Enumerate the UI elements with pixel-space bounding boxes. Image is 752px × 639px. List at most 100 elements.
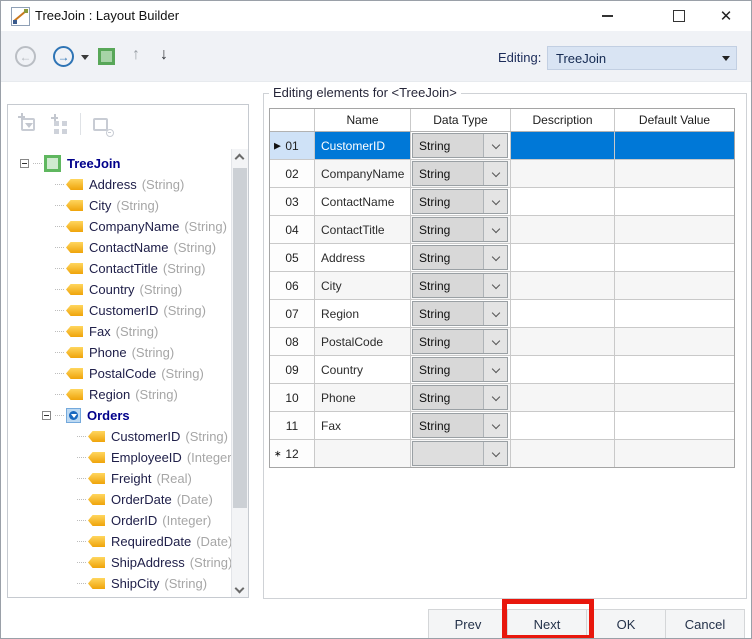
cell-name[interactable]: CompanyName (315, 160, 411, 187)
table-row[interactable]: 11FaxString (270, 412, 734, 440)
table-row[interactable]: 09CountryString (270, 356, 734, 384)
tree-item-fax[interactable]: Fax(String) (8, 321, 231, 342)
row-header-cell[interactable]: 02 (270, 160, 315, 187)
column-header-name[interactable]: Name (315, 109, 411, 131)
back-button[interactable]: ← (15, 46, 36, 67)
tree-item-orderid[interactable]: OrderID(Integer) (8, 510, 231, 531)
prev-button[interactable]: Prev (428, 609, 508, 639)
add-node-button[interactable] (18, 113, 42, 137)
data-type-select[interactable]: String (412, 301, 508, 326)
tree-item-orders[interactable]: Orders (8, 405, 231, 426)
data-type-dropdown-button[interactable] (483, 218, 507, 241)
tree-item-freight[interactable]: Freight(Real) (8, 468, 231, 489)
cell-description[interactable] (511, 188, 615, 215)
collapse-expander-icon[interactable] (42, 411, 51, 420)
forward-button[interactable]: → (53, 46, 74, 67)
tree-item-orderdate[interactable]: OrderDate(Date) (8, 489, 231, 510)
cell-name[interactable]: Country (315, 356, 411, 383)
cell-defaultvalue[interactable] (615, 188, 734, 215)
data-type-dropdown-button[interactable] (483, 190, 507, 213)
row-header-cell[interactable]: 09 (270, 356, 315, 383)
column-header-description[interactable]: Description (511, 109, 615, 131)
scrollbar-down-icon[interactable] (235, 584, 245, 594)
tree-item-address[interactable]: Address(String) (8, 174, 231, 195)
data-type-dropdown-button[interactable] (483, 442, 507, 465)
tree-item-contacttitle[interactable]: ContactTitle(String) (8, 258, 231, 279)
cell-description[interactable] (511, 356, 615, 383)
data-type-select[interactable]: String (412, 245, 508, 270)
delete-node-button[interactable] (90, 113, 114, 137)
close-button[interactable]: ✕ (709, 1, 743, 30)
tree-item-shipcity[interactable]: ShipCity(String) (8, 573, 231, 594)
cell-name[interactable]: Phone (315, 384, 411, 411)
cell-description[interactable] (511, 216, 615, 243)
cell-name[interactable]: ContactName (315, 188, 411, 215)
data-type-dropdown-button[interactable] (483, 162, 507, 185)
cell-name[interactable]: Fax (315, 412, 411, 439)
table-row[interactable]: 05AddressString (270, 244, 734, 272)
column-header-defaultvalue[interactable]: Default Value (615, 109, 734, 131)
data-type-dropdown-button[interactable] (483, 246, 507, 269)
cell-description[interactable] (511, 384, 615, 411)
cell-name[interactable] (315, 440, 411, 467)
data-type-dropdown-button[interactable] (483, 134, 507, 157)
data-type-dropdown-button[interactable] (483, 414, 507, 437)
scrollbar-thumb[interactable] (233, 168, 247, 508)
table-row[interactable]: 10PhoneString (270, 384, 734, 412)
add-fields-button[interactable] (50, 113, 74, 137)
tree-item-region[interactable]: Region(String) (8, 384, 231, 405)
table-row[interactable]: 07RegionString (270, 300, 734, 328)
minimize-button[interactable] (590, 1, 624, 30)
tree-scrollbar[interactable] (231, 149, 248, 597)
data-type-select[interactable]: String (412, 357, 508, 382)
data-type-select[interactable]: String (412, 413, 508, 438)
cell-defaultvalue[interactable] (615, 356, 734, 383)
cell-name[interactable]: CustomerID (315, 132, 411, 159)
ok-button[interactable]: OK (586, 609, 666, 639)
row-header-cell[interactable]: 06 (270, 272, 315, 299)
cell-defaultvalue[interactable] (615, 412, 734, 439)
cell-defaultvalue[interactable] (615, 272, 734, 299)
table-row[interactable]: 04ContactTitleString (270, 216, 734, 244)
cell-name[interactable]: PostalCode (315, 328, 411, 355)
cell-defaultvalue[interactable] (615, 384, 734, 411)
data-type-select[interactable]: String (412, 133, 508, 158)
row-header-cell[interactable]: 07 (270, 300, 315, 327)
cell-defaultvalue[interactable] (615, 440, 734, 467)
cell-name[interactable]: Address (315, 244, 411, 271)
cell-name[interactable]: City (315, 272, 411, 299)
cell-description[interactable] (511, 412, 615, 439)
tree-item-country[interactable]: Country(String) (8, 279, 231, 300)
row-header-cell[interactable]: 03 (270, 188, 315, 215)
forward-dropdown-icon[interactable] (81, 55, 89, 60)
tree-item-employeeid[interactable]: EmployeeID(Integer) (8, 447, 231, 468)
table-row[interactable]: ▶01CustomerIDString (270, 132, 734, 160)
cell-description[interactable] (511, 132, 615, 159)
tree-item-shipaddress[interactable]: ShipAddress(String) (8, 552, 231, 573)
data-type-dropdown-button[interactable] (483, 274, 507, 297)
table-row[interactable]: 08PostalCodeString (270, 328, 734, 356)
row-header-cell[interactable]: 10 (270, 384, 315, 411)
cell-defaultvalue[interactable] (615, 160, 734, 187)
row-header-cell[interactable]: ▶01 (270, 132, 315, 159)
editing-combobox[interactable]: TreeJoin (547, 46, 737, 70)
tree-item-companyname[interactable]: CompanyName(String) (8, 216, 231, 237)
cell-description[interactable] (511, 244, 615, 271)
data-type-select[interactable]: String (412, 161, 508, 186)
tree-item-postalcode[interactable]: PostalCode(String) (8, 363, 231, 384)
cell-name[interactable]: Region (315, 300, 411, 327)
row-header-cell[interactable]: 04 (270, 216, 315, 243)
tree-item-city[interactable]: City(String) (8, 195, 231, 216)
tree-item-phone[interactable]: Phone(String) (8, 342, 231, 363)
row-header-cell[interactable]: ∗12 (270, 440, 315, 467)
cell-description[interactable] (511, 160, 615, 187)
table-row[interactable]: ∗12 (270, 440, 734, 467)
table-row[interactable]: 03ContactNameString (270, 188, 734, 216)
data-type-dropdown-button[interactable] (483, 386, 507, 409)
data-type-select[interactable]: String (412, 385, 508, 410)
column-header-datatype[interactable]: Data Type (411, 109, 511, 131)
cell-defaultvalue[interactable] (615, 300, 734, 327)
data-type-select[interactable] (412, 441, 508, 466)
data-type-select[interactable]: String (412, 217, 508, 242)
maximize-button[interactable] (662, 1, 696, 30)
